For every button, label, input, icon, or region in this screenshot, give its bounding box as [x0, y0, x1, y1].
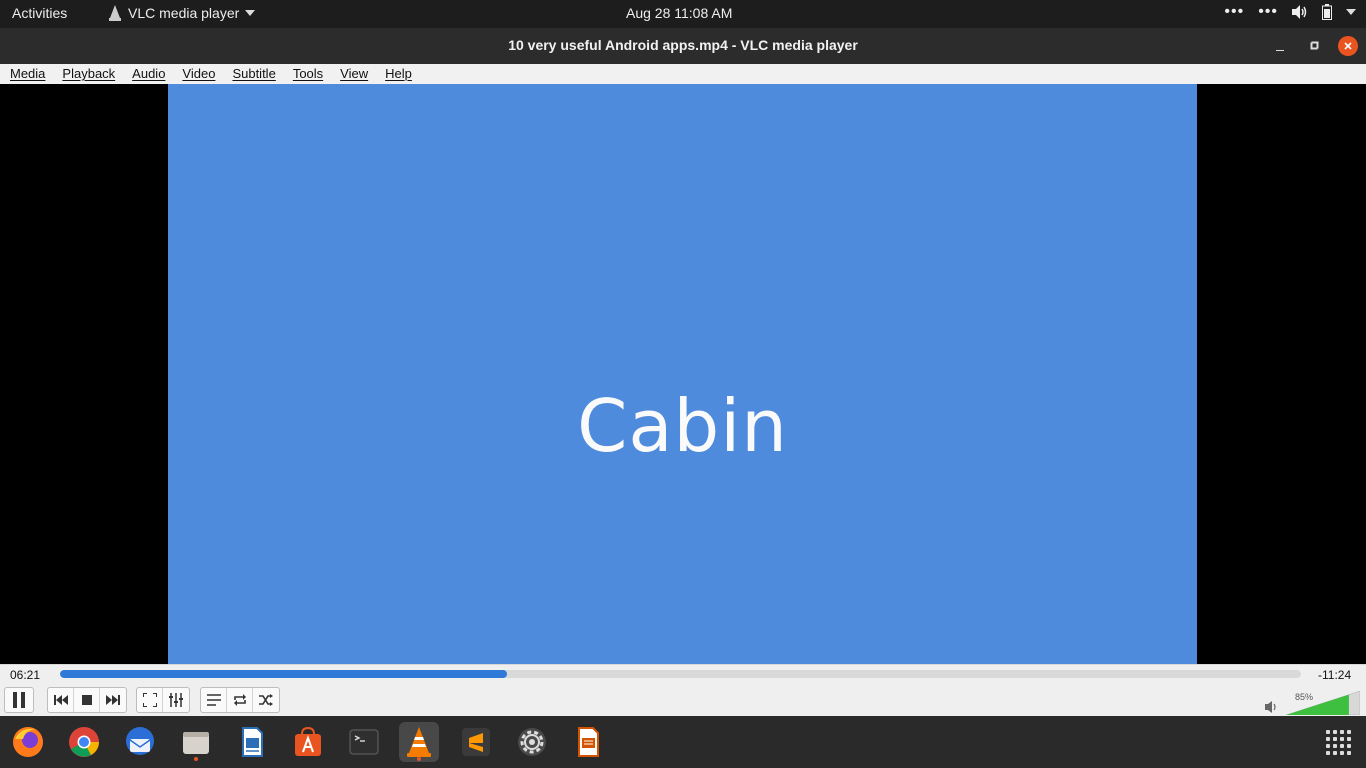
next-icon [106, 695, 120, 705]
next-button[interactable] [100, 688, 126, 712]
show-applications-icon[interactable] [1326, 730, 1351, 755]
elapsed-time[interactable]: 06:21 [10, 668, 40, 682]
vlc-icon [407, 727, 431, 757]
vlc-cone-icon [109, 5, 121, 21]
window-title: 10 very useful Android apps.mp4 - VLC me… [508, 37, 858, 53]
pause-icon [13, 692, 25, 708]
sublime-icon [462, 728, 490, 756]
playlist-icon [206, 694, 221, 706]
equalizer-icon [169, 693, 183, 707]
vlc-launcher[interactable] [399, 722, 439, 762]
menu-playback[interactable]: Playback [52, 64, 122, 84]
seek-bar[interactable] [60, 670, 1301, 678]
chrome-launcher[interactable] [64, 722, 104, 762]
clock[interactable]: Aug 28 11:08 AM [626, 5, 732, 21]
dock [0, 716, 1366, 768]
terminal-launcher[interactable] [344, 722, 384, 762]
close-button[interactable] [1338, 36, 1358, 56]
shuffle-icon [259, 694, 273, 706]
more-indicator-icon[interactable]: ••• [1224, 4, 1244, 20]
writer-icon [242, 727, 263, 757]
fullscreen-icon [142, 693, 157, 707]
loop-button[interactable] [227, 688, 253, 712]
chevron-down-icon [245, 10, 256, 16]
video-caption: Cabin [577, 384, 788, 468]
settings-icon [518, 728, 546, 756]
playback-controls: 06:21 -11:24 85% [0, 664, 1366, 716]
seek-progress [60, 670, 507, 678]
app-menu[interactable]: VLC media player [108, 5, 256, 21]
files-launcher[interactable] [176, 722, 216, 762]
running-indicator [194, 757, 198, 761]
system-menu-chevron-icon[interactable] [1346, 9, 1356, 15]
gnome-top-bar: Activities VLC media player Aug 28 11:08… [0, 0, 1366, 28]
app-menu-label: VLC media player [128, 5, 240, 21]
menu-view[interactable]: View [330, 64, 375, 84]
system-tray[interactable]: ••• ••• [1224, 4, 1356, 20]
activities-button[interactable]: Activities [12, 5, 67, 21]
minimize-button[interactable] [1270, 36, 1290, 56]
menu-bar: Media Playback Audio Video Subtitle Tool… [0, 64, 1366, 84]
minimize-icon [1276, 50, 1284, 51]
restore-icon [1310, 41, 1319, 50]
remaining-time[interactable]: -11:24 [1318, 668, 1351, 682]
previous-icon [53, 695, 68, 705]
video-frame: Cabin [168, 84, 1197, 664]
more-indicator-icon-2[interactable]: ••• [1258, 4, 1278, 20]
writer-launcher[interactable] [232, 722, 272, 762]
menu-media[interactable]: Media [0, 64, 52, 84]
close-icon [1344, 42, 1352, 50]
video-area[interactable]: Cabin [0, 84, 1366, 664]
maximize-button[interactable] [1304, 36, 1324, 56]
menu-audio[interactable]: Audio [122, 64, 172, 84]
files-icon [183, 732, 209, 754]
menu-video[interactable]: Video [172, 64, 222, 84]
view-group [136, 687, 190, 713]
pause-button[interactable] [4, 687, 34, 713]
chrome-icon [69, 727, 99, 757]
battery-icon[interactable] [1322, 4, 1332, 20]
window-titlebar[interactable]: 10 very useful Android apps.mp4 - VLC me… [0, 28, 1366, 64]
volume-slider[interactable] [1286, 691, 1360, 715]
settings-launcher[interactable] [512, 722, 552, 762]
sublime-launcher[interactable] [456, 722, 496, 762]
menu-subtitle[interactable]: Subtitle [222, 64, 282, 84]
fullscreen-button[interactable] [137, 688, 163, 712]
extended-settings-button[interactable] [163, 688, 189, 712]
running-indicator [417, 757, 421, 761]
playlist-group [200, 687, 280, 713]
menu-tools[interactable]: Tools [283, 64, 330, 84]
loop-icon [233, 694, 246, 706]
transport-group [47, 687, 127, 713]
software-launcher[interactable] [288, 722, 328, 762]
volume-icon[interactable] [1292, 5, 1308, 19]
impress-launcher[interactable] [568, 722, 608, 762]
thunderbird-launcher[interactable] [120, 722, 160, 762]
stop-button[interactable] [74, 688, 100, 712]
impress-icon [578, 727, 599, 757]
previous-button[interactable] [48, 688, 74, 712]
playlist-button[interactable] [201, 688, 227, 712]
firefox-launcher[interactable] [8, 722, 48, 762]
speaker-icon[interactable] [1265, 701, 1279, 713]
terminal-icon [349, 729, 379, 755]
shuffle-button[interactable] [253, 688, 279, 712]
firefox-icon [13, 727, 43, 757]
stop-icon [81, 695, 92, 705]
thunderbird-icon [126, 727, 154, 755]
software-icon [295, 726, 321, 756]
menu-help[interactable]: Help [375, 64, 419, 84]
